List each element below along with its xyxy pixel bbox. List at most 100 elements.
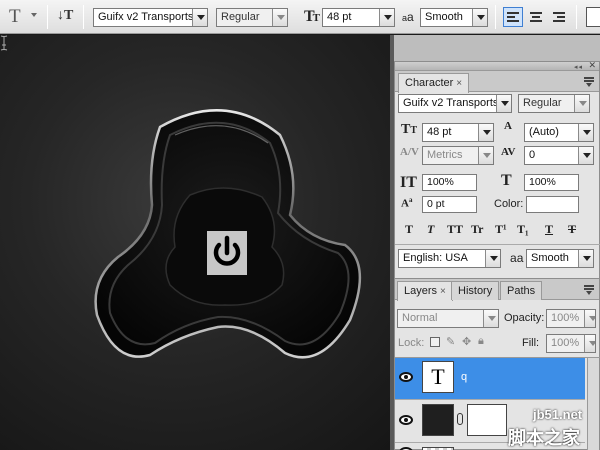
chevron-down-icon[interactable] <box>574 95 589 112</box>
divider <box>576 5 577 29</box>
chevron-down-icon[interactable] <box>483 310 498 327</box>
chevron-down-icon[interactable] <box>496 95 511 112</box>
watermark-name: 脚本之家 <box>508 428 580 448</box>
opacity-field[interactable]: 100% <box>546 309 596 328</box>
kerning-icon: A/V <box>400 146 419 158</box>
chevron-down-icon[interactable] <box>478 124 493 141</box>
language-select[interactable]: English: USA <box>398 249 501 268</box>
layer-mask-thumbnail[interactable] <box>467 404 507 436</box>
font-size-select[interactable]: 48 pt <box>322 8 395 27</box>
char-font-family-select[interactable]: Guifx v2 Transports <box>398 94 512 113</box>
tab-paths[interactable]: Paths <box>500 281 543 300</box>
chevron-right-icon[interactable] <box>584 310 595 327</box>
text-style-buttons: T T TT Tr T¹ T₁ T T <box>405 222 595 238</box>
font-style-select[interactable]: Regular <box>216 8 288 27</box>
horizontal-scale-icon: T <box>501 172 512 189</box>
faux-italic-button[interactable]: T <box>427 222 434 237</box>
opacity-label: Opacity: <box>504 312 545 324</box>
chevron-down-icon[interactable] <box>578 250 593 267</box>
horizontal-scale-field[interactable]: 100% <box>524 174 579 191</box>
color-label: Color: <box>494 198 524 210</box>
panel-menu-icon[interactable] <box>584 285 594 295</box>
tab-layers[interactable]: Layers × <box>397 281 453 301</box>
subscript-button[interactable]: T₁ <box>517 222 529 237</box>
close-icon[interactable]: × <box>456 78 462 89</box>
layer-thumbnail <box>422 404 454 436</box>
options-bar: T ↓T Guifx v2 Transports Regular TT 48 p… <box>0 0 600 34</box>
strikethrough-button[interactable]: T <box>568 222 576 237</box>
blend-mode-select[interactable]: Normal <box>397 309 499 328</box>
baseline-shift-field[interactable]: 0 pt <box>422 196 477 213</box>
close-icon[interactable]: × <box>440 286 446 297</box>
font-family-select[interactable]: Guifx v2 Transports <box>93 8 208 27</box>
tool-preset-chevron-down-icon[interactable] <box>31 13 37 17</box>
chevron-down-icon[interactable] <box>578 124 593 141</box>
link-icon <box>457 413 463 425</box>
layer-row[interactable]: T q <box>395 358 585 400</box>
text-cursor-icon <box>0 35 8 51</box>
chevron-down-icon[interactable] <box>478 147 493 164</box>
char-font-size-select[interactable]: 48 pt <box>422 123 494 142</box>
text-orientation-icon[interactable]: ↓T <box>57 8 73 24</box>
chevron-right-icon[interactable] <box>584 335 595 352</box>
layers-scrollbar[interactable] <box>587 358 599 450</box>
fill-field[interactable]: 100% <box>546 334 596 353</box>
antialias-select[interactable]: Smooth <box>420 8 488 27</box>
divider <box>47 5 48 29</box>
text-color-swatch[interactable] <box>586 7 600 27</box>
chevron-down-icon[interactable] <box>472 9 487 26</box>
antialias-icon: aa <box>510 251 524 265</box>
fidget-spinner-artwork <box>94 109 362 359</box>
fill-label: Fill: <box>522 337 540 349</box>
power-icon <box>213 235 241 266</box>
tracking-select[interactable]: 0 <box>524 146 594 165</box>
chevron-down-icon[interactable] <box>192 9 207 26</box>
kerning-select[interactable]: Metrics <box>422 146 494 165</box>
baseline-shift-icon: Aa <box>401 196 413 210</box>
text-layer-thumbnail: T <box>422 361 454 393</box>
watermark-site: jb51.net <box>533 407 583 422</box>
char-font-style-select[interactable]: Regular <box>518 94 590 113</box>
character-panel: ◂◂ ✕ Character × Guifx v2 Transports Regu… <box>394 60 600 280</box>
lock-all-icon[interactable]: 🔒︎ <box>478 335 484 348</box>
font-size-icon: TT <box>401 122 418 137</box>
chevron-down-icon[interactable] <box>578 147 593 164</box>
font-size-icon: TT <box>304 8 320 25</box>
tab-history[interactable]: History <box>451 281 500 300</box>
document-canvas[interactable] <box>0 35 390 450</box>
eye-icon[interactable] <box>399 415 413 425</box>
lock-transparent-icon[interactable] <box>430 337 440 347</box>
power-symbol-glyph[interactable] <box>207 231 247 275</box>
small-caps-button[interactable]: Tr <box>471 222 483 237</box>
close-icon[interactable]: ✕ <box>588 60 596 71</box>
underline-button[interactable]: T <box>545 222 553 237</box>
align-right-icon[interactable] <box>549 7 569 27</box>
layer-name[interactable]: q <box>461 371 467 383</box>
layers-tab-bar: Layers × History Paths <box>395 279 599 301</box>
faux-bold-button[interactable]: T <box>405 222 413 237</box>
divider <box>395 244 600 245</box>
align-left-icon[interactable] <box>503 7 523 27</box>
chevron-down-icon[interactable] <box>485 250 500 267</box>
vertical-scale-field[interactable]: 100% <box>422 174 477 191</box>
char-color-swatch[interactable] <box>526 196 579 213</box>
lock-image-icon[interactable]: ✎ <box>446 335 455 348</box>
divider <box>495 5 496 29</box>
char-antialias-select[interactable]: Smooth <box>526 249 594 268</box>
character-tab-bar: Character × <box>395 71 599 93</box>
chevron-down-icon[interactable] <box>379 9 394 26</box>
antialias-icon: aa <box>402 10 414 24</box>
character-panel-body: Guifx v2 Transports Regular TT 48 pt A (… <box>395 92 600 280</box>
leading-select[interactable]: (Auto) <box>524 123 594 142</box>
superscript-button[interactable]: T¹ <box>495 222 507 237</box>
lock-position-icon[interactable]: ✥ <box>462 335 471 348</box>
align-center-icon[interactable] <box>526 7 546 27</box>
all-caps-button[interactable]: TT <box>447 222 463 237</box>
eye-icon[interactable] <box>399 372 413 382</box>
panel-grip[interactable]: ◂◂ ✕ <box>395 60 599 71</box>
tab-character[interactable]: Character × <box>398 73 470 93</box>
leading-icon: A <box>504 120 512 132</box>
panel-menu-icon[interactable] <box>584 77 594 87</box>
text-tool-icon[interactable]: T <box>9 6 21 28</box>
chevron-down-icon[interactable] <box>272 9 287 26</box>
